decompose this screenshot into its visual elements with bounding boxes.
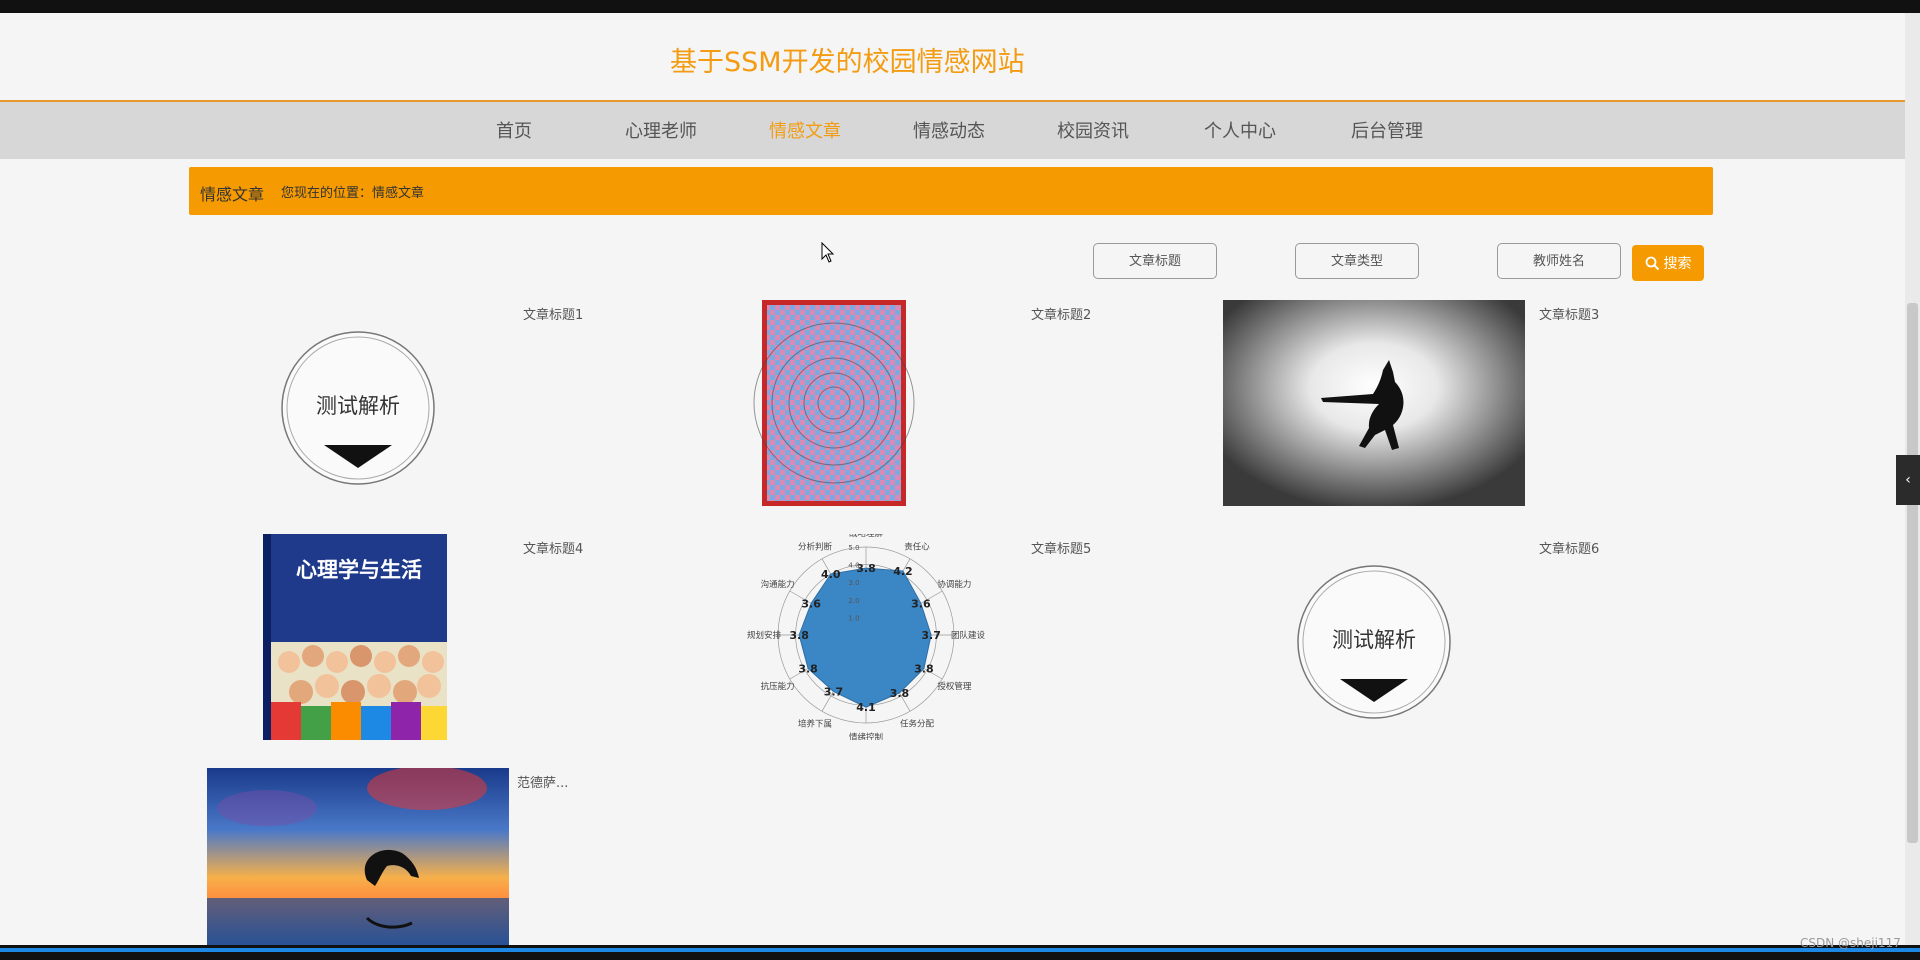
article-image-6-text: 测试解析 (1332, 628, 1416, 652)
radar-value-label: 3.8 (890, 687, 910, 700)
site-header: 基于SSM开发的校园情感网站 (0, 13, 1920, 102)
radar-scale-label: 2.0 (848, 597, 859, 605)
search-button[interactable]: 搜索 (1632, 245, 1704, 281)
article-title-2[interactable]: 文章标题2 (1031, 304, 1091, 323)
radar-scale-label: 4.0 (848, 562, 859, 570)
article-title-7[interactable]: 范德萨... (517, 772, 568, 791)
radar-value-label: 3.6 (911, 597, 931, 610)
radar-axis-label: 沟通能力 (761, 579, 795, 590)
radar-value-label: 4.1 (856, 701, 876, 714)
nav-item-profile[interactable]: 个人中心 (1204, 117, 1276, 143)
watermark: CSDN @sheji117 (1800, 936, 1901, 950)
article-type-search-input[interactable] (1295, 243, 1419, 279)
nav-item-teachers[interactable]: 心理老师 (625, 117, 697, 143)
radar-scale-label: 1.0 (848, 614, 859, 622)
radar-axis-label: 任务分配 (900, 718, 935, 729)
nav-item-dynamics[interactable]: 情感动态 (913, 117, 985, 143)
mouse-cursor-icon (821, 242, 835, 263)
radar-value-label: 4.0 (821, 568, 841, 581)
article-title-1[interactable]: 文章标题1 (523, 304, 583, 323)
breadcrumb-location: 您现在的位置：情感文章 (281, 186, 425, 201)
side-panel-toggle[interactable]: ‹ (1896, 455, 1920, 505)
page-bottom-line (0, 948, 1920, 952)
browser-top-bar (0, 0, 1920, 13)
article-image-1-text: 测试解析 (316, 394, 400, 418)
radar-axis-label: 规划安排 (747, 630, 782, 641)
radar-axis-label: 战略理解 (849, 534, 884, 539)
radar-value-label: 3.8 (789, 629, 809, 642)
main-nav: 首页 心理老师 情感文章 情感动态 校园资讯 个人中心 后台管理 (0, 102, 1920, 159)
radar-value-label: 3.8 (914, 662, 934, 675)
radar-axis-label: 抗压能力 (761, 681, 795, 692)
radar-axis-label: 分析判断 (798, 542, 833, 553)
article-image-6[interactable]: 测试解析 (1223, 534, 1525, 740)
article-image-2[interactable] (715, 300, 1017, 506)
radar-scale-label: 5.0 (848, 544, 859, 552)
radar-scale-label: 3.0 (848, 579, 859, 587)
breadcrumb: 情感文章 您现在的位置：情感文章 (189, 167, 1713, 215)
radar-value-label: 3.7 (824, 685, 844, 698)
radar-value-label: 3.8 (798, 662, 818, 675)
radar-axis-label: 团队建设 (951, 630, 986, 641)
article-title-4[interactable]: 文章标题4 (523, 538, 583, 557)
radar-axis-label: 情绪控制 (849, 732, 883, 740)
article-image-5[interactable]: 战略理解 3.8 责任心 4.2 协调能力 3.6 团队建设 3.7 授权管理 3.8 任务分配 3.… (715, 534, 1017, 740)
teacher-name-search-input[interactable] (1497, 243, 1621, 279)
radar-value-label: 4.2 (893, 565, 913, 578)
article-title-6[interactable]: 文章标题6 (1539, 538, 1599, 557)
radar-axis-label: 授权管理 (937, 681, 972, 692)
article-title-3[interactable]: 文章标题3 (1539, 304, 1599, 323)
radar-value-label: 3.7 (921, 629, 941, 642)
article-image-1[interactable]: 测试解析 (207, 300, 509, 506)
article-image-4[interactable]: 心理学与生活 (207, 534, 509, 740)
scrollbar-thumb[interactable] (1907, 303, 1918, 843)
radar-value-label: 3.6 (801, 597, 821, 610)
article-title-5[interactable]: 文章标题5 (1031, 538, 1091, 557)
radar-axis-label: 协调能力 (937, 579, 971, 590)
nav-item-news[interactable]: 校园资讯 (1057, 117, 1129, 143)
search-icon (1645, 256, 1659, 270)
radar-axis-label: 责任心 (904, 542, 930, 553)
site-title: 基于SSM开发的校园情感网站 (670, 47, 1025, 78)
chevron-left-icon: ‹ (1905, 472, 1911, 488)
radar-chart: 战略理解3.8责任心4.2协调能力3.6团队建设3.7授权管理3.8任务分配3.… (715, 534, 1017, 740)
search-button-label: 搜索 (1663, 256, 1692, 272)
article-image-3[interactable] (1223, 300, 1525, 506)
nav-item-home[interactable]: 首页 (496, 117, 532, 143)
article-image-4-text: 心理学与生活 (296, 558, 422, 582)
nav-item-articles[interactable]: 情感文章 (769, 117, 841, 143)
article-image-7[interactable] (207, 768, 509, 945)
nav-item-admin[interactable]: 后台管理 (1351, 117, 1423, 143)
radar-axis-label: 培养下属 (798, 718, 832, 729)
breadcrumb-section: 情感文章 (200, 185, 265, 204)
article-title-search-input[interactable] (1093, 243, 1217, 279)
